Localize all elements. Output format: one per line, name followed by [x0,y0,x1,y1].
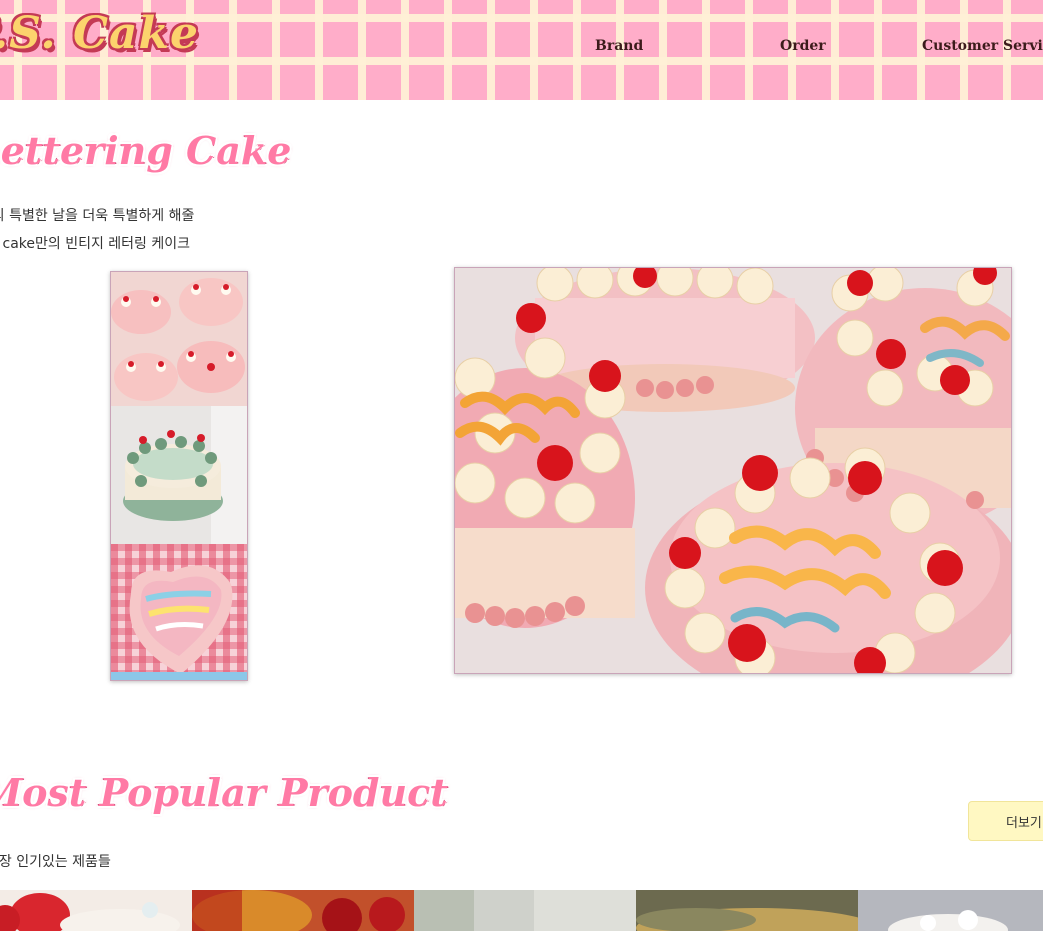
popular-subtitle: 가장 인기있는 제품들 [0,854,111,870]
more-button[interactable]: 더보기 [968,801,1043,841]
popular-title: Most Popular Product [0,770,448,815]
cakes-top-view-photo-icon [111,272,247,406]
product-row [0,890,1043,931]
product-card-1[interactable] [0,890,192,931]
thumbnail-green-heart-cake[interactable] [111,406,247,544]
cream-cake-photo-icon [858,890,1043,931]
main-cake-photo [454,267,1012,674]
nav-customer-service[interactable]: Customer Service [922,38,1043,54]
yellow-cake-photo-icon [636,890,858,931]
product-card-3[interactable] [414,890,636,931]
nav-brand[interactable]: Brand [595,38,643,54]
nav-order[interactable]: Order [780,38,826,54]
cake-box-photo-icon [414,890,636,931]
green-heart-cake-photo-icon [111,406,247,544]
product-card-4[interactable] [636,890,858,931]
lettering-title: Lettering Cake [0,128,292,173]
birthday-cakes-photo-icon [455,268,1011,673]
rainbow-heart-cake-photo-icon [111,544,247,680]
site-logo[interactable]: P.S. Cake [0,8,199,59]
lettering-desc-line2: P.S. cake만의 빈티지 레터링 케이크 [0,236,191,252]
more-button-label: 더보기 [1006,815,1042,831]
product-card-2[interactable] [192,890,414,931]
thumbnail-rainbow-heart-cake[interactable] [111,544,247,680]
lettering-desc-line1: 당신의 특별한 날을 더욱 특별하게 해줄 [0,208,195,224]
cherry-tart-photo-icon [192,890,414,931]
strawberry-cake-photo-icon [0,890,192,931]
site-header: P.S. Cake Brand Order Customer Service [0,0,1043,100]
product-card-5[interactable] [858,890,1043,931]
thumbnail-cakes-top[interactable] [111,272,247,406]
thumbnail-strip [110,271,248,681]
